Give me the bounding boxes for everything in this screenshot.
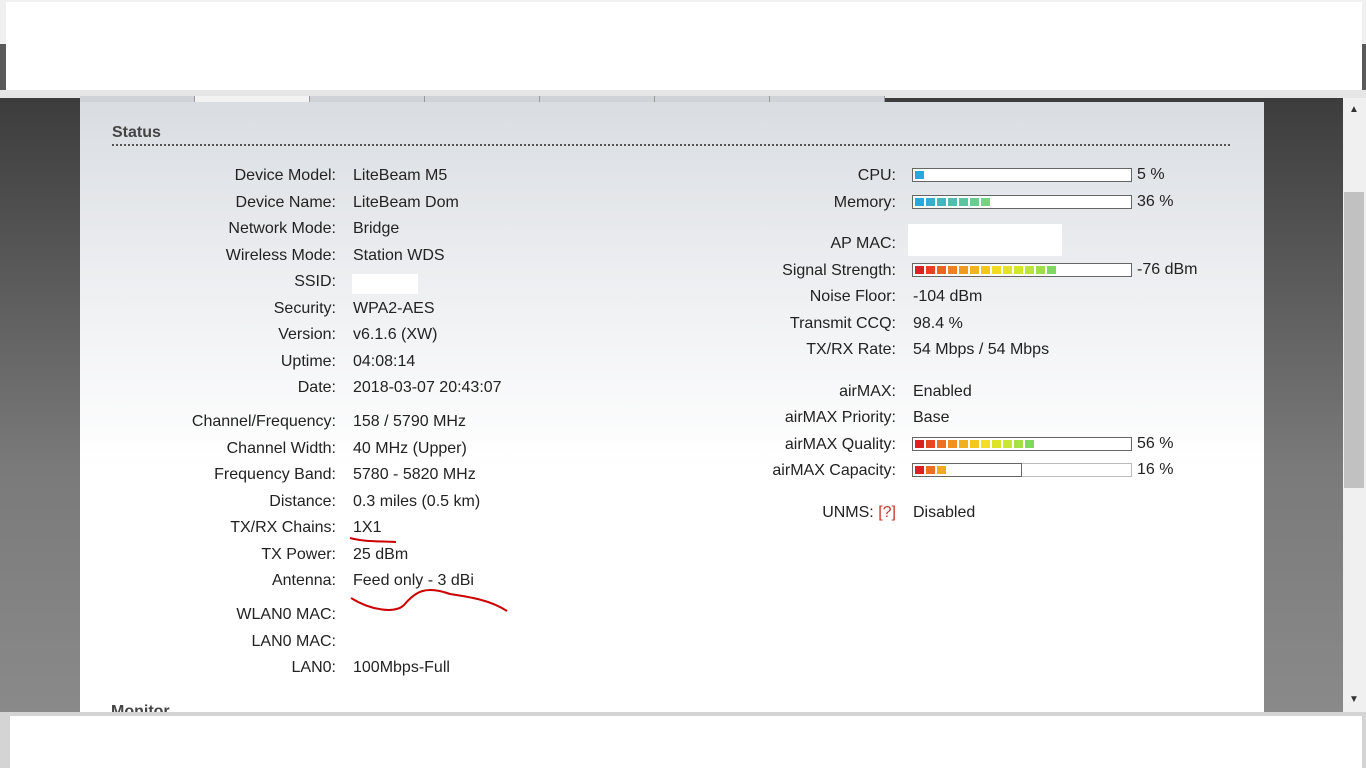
unms-label: UNMS: — [822, 504, 874, 521]
capacity-limit-frame — [912, 463, 1022, 477]
bar-segment — [970, 198, 979, 206]
bar-segment — [981, 198, 990, 206]
scrollbar-thumb[interactable] — [1344, 192, 1364, 488]
bar-segment — [948, 198, 957, 206]
airmax-quality-bar — [912, 437, 1132, 451]
bar-segment — [926, 198, 935, 206]
info-row: TX Power: 25 dBm — [80, 545, 680, 565]
bar-segment — [915, 198, 924, 206]
bar-segment — [1025, 266, 1034, 274]
scroll-down-icon[interactable]: ▼ — [1344, 690, 1364, 710]
airmax-row: airMAX: Enabled — [80, 382, 1264, 402]
bar-segment — [1036, 266, 1045, 274]
airmax-value: Enabled — [913, 383, 972, 400]
bar-segment — [1025, 440, 1034, 448]
unms-value: Disabled — [913, 504, 976, 521]
info-row: LAN0: 100Mbps-Full — [80, 658, 680, 678]
bar-segment — [981, 266, 990, 274]
info-label: Antenna: — [271, 572, 336, 589]
signal-strength-label: Signal Strength: — [782, 262, 896, 279]
info-label: WLAN0 MAC: — [236, 606, 336, 623]
ssid-redaction — [352, 274, 418, 294]
section-title: Status — [112, 124, 161, 141]
noise-floor-label: Noise Floor: — [809, 288, 896, 305]
txrx-rate-row: TX/RX Rate: 54 Mbps / 54 Mbps — [80, 340, 1264, 360]
ccq-row: Transmit CCQ: 98.4 % — [80, 314, 1264, 334]
cpu-bar — [912, 168, 1132, 182]
airmax-label: airMAX: — [839, 383, 896, 400]
signal-strength-value: -76 dBm — [1137, 261, 1198, 278]
bar-segment — [970, 266, 979, 274]
bar-segment — [1014, 440, 1023, 448]
bar-segment — [926, 266, 935, 274]
bar-segment — [959, 440, 968, 448]
top-redacted-area — [6, 2, 1362, 90]
airmax-capacity-label: airMAX Capacity: — [772, 462, 896, 479]
info-label: LAN0: — [291, 659, 336, 676]
memory-label: Memory: — [833, 194, 896, 211]
info-row: WLAN0 MAC: — [80, 605, 680, 625]
bar-segment — [948, 440, 957, 448]
info-value: 25 dBm — [353, 546, 409, 563]
info-value: Feed only - 3 dBi — [353, 572, 474, 589]
airmax-capacity-value: 16 % — [1137, 461, 1174, 478]
bar-segment — [1003, 266, 1012, 274]
ap-mac-row: AP MAC: — [80, 234, 1264, 254]
bar-segment — [926, 440, 935, 448]
bar-segment — [915, 171, 924, 179]
txrx-rate-label: TX/RX Rate: — [806, 341, 896, 358]
airmax-priority-label: airMAX Priority: — [784, 409, 896, 426]
transmit-ccq-label: Transmit CCQ: — [789, 315, 896, 332]
bar-segment — [981, 440, 990, 448]
airmax-capacity-bar — [912, 463, 1132, 477]
status-panel: Status Device Model: LiteBeam M5 Device Na… — [80, 102, 1264, 714]
unms-row: UNMS: [?] Disabled — [80, 503, 1264, 523]
ap-mac-redaction — [908, 224, 1062, 256]
title-divider — [112, 144, 1230, 146]
signal-strength-bar — [912, 263, 1132, 277]
airmax-quality-value: 56 % — [1137, 435, 1174, 452]
info-row: Antenna: Feed only - 3 dBi — [80, 571, 680, 591]
txrx-rate-value: 54 Mbps / 54 Mbps — [913, 341, 1050, 358]
cpu-value: 5 % — [1137, 166, 1165, 183]
info-label: TX Power: — [261, 546, 336, 563]
bar-segment — [948, 266, 957, 274]
unms-help-link[interactable]: [?] — [878, 504, 896, 521]
bar-segment — [937, 198, 946, 206]
ap-mac-label: AP MAC: — [830, 235, 897, 252]
memory-value: 36 % — [1137, 193, 1174, 210]
info-label: LAN0 MAC: — [251, 633, 336, 650]
bar-segment — [915, 266, 924, 274]
cpu-label: CPU: — [857, 167, 896, 184]
bar-segment — [1014, 266, 1023, 274]
bar-segment — [970, 440, 979, 448]
noise-floor-row: Noise Floor: -104 dBm — [80, 287, 1264, 307]
bar-segment — [937, 266, 946, 274]
bar-segment — [937, 440, 946, 448]
unms-label-wrap: UNMS: [?] — [80, 503, 896, 523]
airmax-quality-label: airMAX Quality: — [784, 436, 896, 453]
bottom-redacted-area — [10, 716, 1362, 768]
bar-segment — [1003, 440, 1012, 448]
transmit-ccq-value: 98.4 % — [913, 315, 963, 332]
airmax-priority-row: airMAX Priority: Base — [80, 408, 1264, 428]
noise-floor-value: -104 dBm — [913, 288, 983, 305]
bar-segment — [959, 266, 968, 274]
bar-segment — [915, 440, 924, 448]
memory-bar — [912, 195, 1132, 209]
scroll-up-icon[interactable]: ▲ — [1344, 100, 1364, 120]
info-value: 100Mbps-Full — [353, 659, 450, 676]
bar-segment — [1047, 266, 1056, 274]
bar-segment — [959, 198, 968, 206]
airmax-priority-value: Base — [913, 409, 950, 426]
info-row: LAN0 MAC: — [80, 632, 680, 652]
bar-segment — [992, 266, 1001, 274]
bar-segment — [992, 440, 1001, 448]
